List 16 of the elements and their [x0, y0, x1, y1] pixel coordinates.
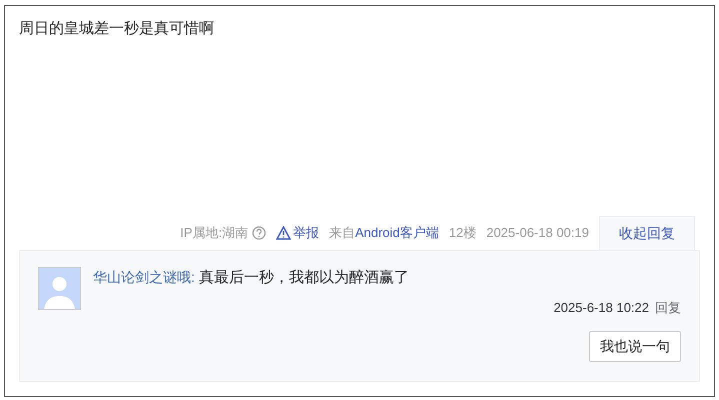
avatar-icon	[38, 267, 81, 310]
post-content: 周日的皇城差一秒是真可惜啊	[18, 19, 215, 39]
post-time: 2025-06-18 00:19	[486, 224, 589, 242]
warning-icon	[276, 226, 292, 240]
report-link[interactable]: 举报	[293, 223, 320, 243]
collapse-replies-tab[interactable]: 收起回复	[599, 216, 695, 250]
source-label: 来自	[329, 224, 356, 242]
ip-location: IP属地:湖南	[180, 224, 248, 242]
reply-time: 2025-6-18 10:22	[554, 298, 649, 316]
reply-author[interactable]: 华山论剑之谜哦:	[93, 267, 195, 288]
help-icon	[252, 226, 266, 240]
source-link[interactable]: Android客户端	[355, 223, 439, 243]
reply-text: 真最后一秒，我都以为醉酒赢了	[198, 268, 409, 288]
reply-link[interactable]: 回复	[655, 298, 681, 317]
floor-number: 12楼	[448, 224, 476, 242]
comment-button[interactable]: 我也说一句	[589, 331, 681, 362]
